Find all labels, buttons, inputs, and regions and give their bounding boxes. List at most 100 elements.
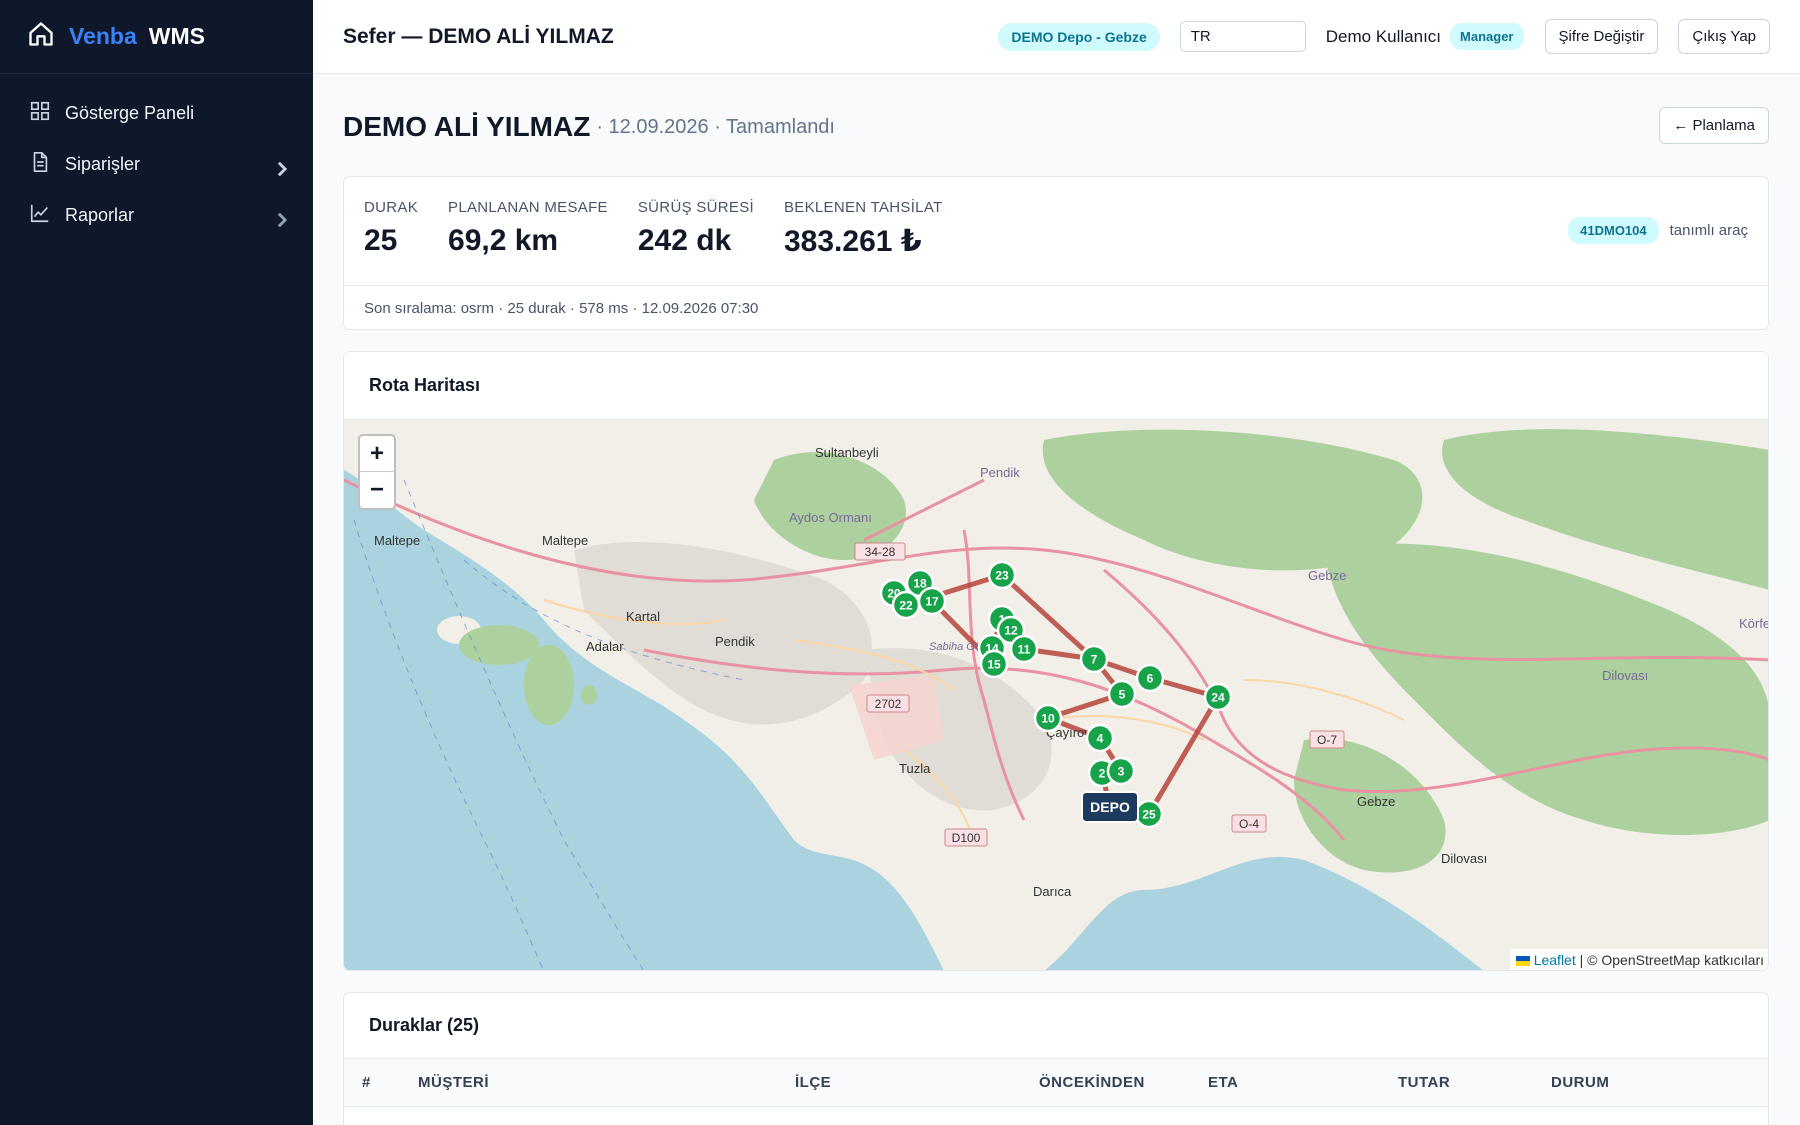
map-place-label: Maltepe [374,533,420,548]
map-attribution: Leaflet | © OpenStreetMap katkıcıları [1509,949,1768,970]
col-amount[interactable]: TUTAR [1398,1074,1450,1091]
depot-badge[interactable]: DEMO Depo - Gebze [998,22,1160,51]
stop-number: 18 [913,577,927,591]
sidebar-item-label: Raporlar [65,205,135,225]
sidebar-item-reports[interactable]: Raporlar [0,190,313,241]
col-eta[interactable]: ETA [1208,1074,1238,1091]
route-map-card: Rota Haritası Sultanbeyli Pendik Maltepe… [343,351,1769,971]
top-bar: Sefer — DEMO ALİ YILMAZ DEMO Depo - Gebz… [313,0,1800,74]
main-content: DEMO ALİ YILMAZ · 12.09.2026 · Tamamland… [313,75,1800,1125]
last-sort-info: Son sıralama: osrm · 25 durak · 578 ms ·… [364,299,759,317]
stop-marker[interactable]: 3 [1106,756,1136,786]
stop-number: 24 [1211,691,1225,705]
svg-text:D100: D100 [952,831,981,845]
stat-label: BEKLENEN TAHSİLAT [784,199,943,216]
brand[interactable]: Venba WMS [0,0,313,74]
stop-marker[interactable]: 24 [1203,682,1233,712]
header-title: Sefer — DEMO ALİ YILMAZ [343,24,614,48]
road-shield: 2702 [866,694,910,713]
stop-marker[interactable]: 10 [1033,703,1063,733]
stat-label: DURAK [364,199,419,216]
col-status[interactable]: DURUM [1551,1074,1609,1091]
map-place-label: Darıca [1033,884,1072,899]
stop-marker[interactable]: 5 [1107,679,1137,709]
map-place-label: Maltepe [542,533,588,548]
stat-label: PLANLANAN MESAFE [448,199,608,216]
route-map[interactable]: Sultanbeyli Pendik Maltepe Aydos Ormanı Malt… [344,420,1769,971]
stop-marker[interactable]: 6 [1135,663,1165,693]
svg-text:O-7: O-7 [1317,733,1337,747]
road-shield: O-7 [1309,730,1345,749]
back-to-planning-button[interactable]: ← Planlama [1659,107,1769,144]
stop-marker[interactable]: 22 [891,590,921,620]
stat-value: 69,2 km [448,224,559,257]
stats-card: DURAK 25 PLANLANAN MESAFE 69,2 km SÜRÜŞ … [343,176,1769,330]
col-index[interactable]: # [362,1074,371,1091]
stops-card: Duraklar (25) # MÜŞTERİ İLÇE ÖNCEKİNDEN … [343,992,1769,1125]
stops-table-header: # MÜŞTERİ İLÇE ÖNCEKİNDEN ETA TUTAR DURU… [344,1059,1768,1107]
stop-marker[interactable]: 15 [979,649,1009,679]
stop-number: 4 [1097,732,1104,746]
zoom-control: + − [358,434,396,510]
language-input[interactable] [1179,21,1306,52]
page-header: DEMO ALİ YILMAZ · 12.09.2026 · Tamamland… [343,107,1769,147]
chevron-right-icon [271,209,288,227]
stop-number: 6 [1147,672,1154,686]
sidebar-item-label: Gösterge Paneli [65,103,195,123]
leaflet-link[interactable]: Leaflet [1534,952,1576,968]
stat-label: SÜRÜŞ SÜRESİ [637,199,754,216]
stop-marker[interactable]: 23 [987,560,1017,590]
stop-marker[interactable]: 11 [1009,634,1039,664]
home-icon [27,20,55,53]
stats-row: DURAK 25 PLANLANAN MESAFE 69,2 km SÜRÜŞ … [344,177,1768,286]
col-customer[interactable]: MÜŞTERİ [418,1074,489,1091]
chevron-right-icon [271,158,288,176]
change-password-button[interactable]: Şifre Değiştir [1544,19,1659,54]
stat-value: 383.261 ₺ [784,225,922,258]
stop-number: 10 [1041,712,1055,726]
zoom-out-button[interactable]: − [360,472,394,508]
depot-marker[interactable]: DEPO [1081,791,1139,823]
stop-number: 7 [1091,653,1098,667]
map-place-label: Kartal [626,609,660,624]
attribution-text: | © OpenStreetMap katkıcıları [1579,952,1764,968]
stat-value: 242 dk [637,224,732,257]
stat-value: 25 [364,224,398,257]
sidebar-item-dashboard[interactable]: Gösterge Paneli [0,88,313,139]
col-from-previous[interactable]: ÖNCEKİNDEN [1039,1074,1145,1091]
stop-number: 17 [925,595,939,609]
map-base[interactable]: Sultanbeyli Pendik Maltepe Aydos Ormanı Malt… [344,420,1769,971]
depot-label: DEPO [1090,799,1130,815]
svg-text:2702: 2702 [875,697,902,711]
stop-marker[interactable]: 25 [1134,799,1164,829]
map-title: Rota Haritası [344,352,1768,420]
logout-button[interactable]: Çıkış Yap [1678,19,1770,54]
stop-number: 15 [987,658,1001,672]
map-place-label: Dilovası [1602,668,1648,683]
stop-marker[interactable]: 17 [917,586,947,616]
stat-drive-time: SÜRÜŞ SÜRESİ 242 dk [638,199,754,258]
map-place-label: Gebze [1308,568,1346,583]
road-shield: D100 [944,828,988,847]
map-place-label: Aydos Ormanı [789,510,872,525]
stop-marker[interactable]: 4 [1085,723,1115,753]
sidebar-item-label: Siparişler [65,154,141,174]
map-place-label: Gebze [1357,794,1395,809]
user-name: Demo Kullanıcı [1325,26,1442,46]
map-place-label: Tuzla [899,761,931,776]
stop-number: 2 [1099,767,1106,781]
chart-line-icon [29,202,51,229]
stop-number: 25 [1142,808,1156,822]
role-badge: Manager [1450,23,1524,50]
map-place-label: Pendik [715,634,755,649]
stop-number: 23 [995,569,1009,583]
vehicle-info: 41DMO104 tanımlı araç [1568,217,1748,244]
svg-text:O-4: O-4 [1239,817,1259,831]
road-shield: 34-28 [854,542,906,561]
col-district[interactable]: İLÇE [795,1074,831,1091]
sidebar-item-orders[interactable]: Siparişler [0,139,313,190]
stop-marker[interactable]: 7 [1079,644,1109,674]
stop-number: 22 [899,599,913,613]
stop-number: 3 [1118,765,1125,779]
zoom-in-button[interactable]: + [360,436,394,472]
